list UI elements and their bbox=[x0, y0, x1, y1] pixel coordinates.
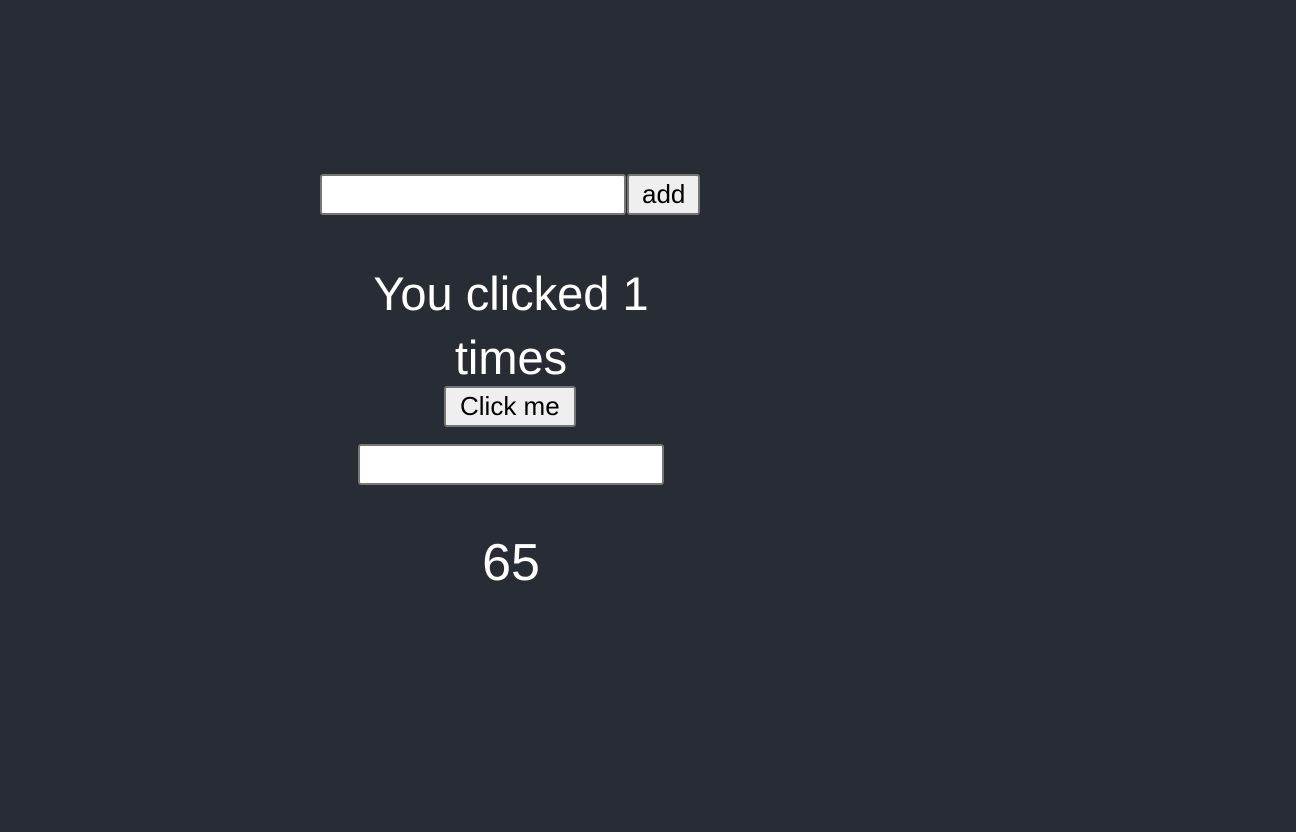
add-form: add bbox=[320, 174, 701, 215]
second-input[interactable] bbox=[358, 444, 664, 485]
click-count-text: You clicked 1 times bbox=[373, 267, 649, 384]
add-button[interactable]: add bbox=[627, 174, 701, 215]
click-me-button[interactable]: Click me bbox=[444, 386, 576, 427]
app-root: add You clicked 1 times Click me 65 bbox=[0, 0, 1296, 832]
number-display: 65 bbox=[482, 534, 540, 592]
add-input[interactable] bbox=[320, 174, 626, 215]
